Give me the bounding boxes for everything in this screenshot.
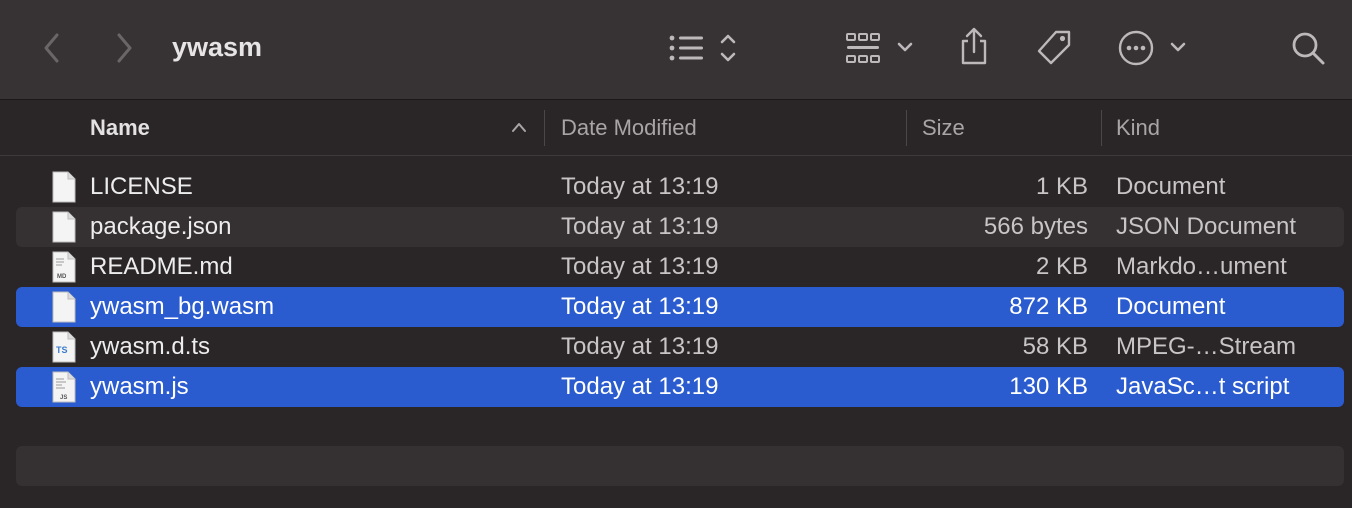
file-kind: Document — [1116, 173, 1226, 200]
file-size: 58 KB — [1022, 333, 1088, 360]
column-date-label: Date Modified — [561, 115, 697, 140]
file-row[interactable]: package.json Today at 13:19 566 bytes JS… — [16, 207, 1344, 247]
finder-window: ywasm Name Date Modified Size Kind LICEN… — [0, 0, 1352, 508]
chevron-right-icon — [117, 33, 132, 63]
file-name: README.md — [90, 253, 233, 280]
column-size-label: Size — [922, 115, 965, 140]
forward-button[interactable] — [108, 30, 140, 66]
file-date: Today at 13:19 — [561, 173, 719, 200]
file-row[interactable]: MD README.md Today at 13:19 2 KB Markdo…… — [16, 247, 1344, 287]
empty-row — [16, 446, 1344, 486]
file-date: Today at 13:19 — [561, 333, 719, 360]
file-size: 1 KB — [1035, 173, 1088, 200]
column-kind-label: Kind — [1116, 115, 1161, 140]
file-kind: Markdo…ument — [1116, 253, 1287, 280]
column-name-header[interactable]: Name — [90, 100, 540, 155]
file-name: ywasm.d.ts — [90, 333, 211, 360]
file-size: 566 bytes — [983, 213, 1088, 240]
sort-ascending-icon — [512, 123, 526, 132]
document-icon — [52, 171, 76, 203]
column-size-header[interactable]: Size — [922, 100, 1092, 155]
tag-button[interactable] — [1032, 26, 1076, 70]
file-date: Today at 13:19 — [561, 253, 719, 280]
more-actions-button[interactable] — [1116, 28, 1190, 68]
file-row[interactable]: ywasm_bg.wasm Today at 13:19 872 KB Docu… — [16, 287, 1344, 327]
column-kind-header[interactable]: Kind — [1116, 100, 1336, 155]
column-name-label: Name — [90, 115, 150, 140]
file-size: 130 KB — [1009, 373, 1088, 400]
back-button[interactable] — [36, 30, 68, 66]
grid-group-icon — [846, 33, 913, 63]
file-kind: MPEG-…Stream — [1116, 333, 1297, 360]
column-date-header[interactable]: Date Modified — [561, 100, 901, 155]
share-icon — [961, 27, 987, 65]
file-kind: JSON Document — [1116, 213, 1297, 240]
window-title: ywasm — [172, 32, 263, 62]
svg-text:TS: TS — [56, 345, 68, 355]
file-name: LICENSE — [90, 173, 193, 200]
file-kind: JavaSc…t script — [1116, 373, 1290, 400]
view-mode-button[interactable] — [664, 28, 744, 68]
document-icon — [52, 211, 76, 243]
file-date: Today at 13:19 — [561, 213, 719, 240]
search-icon — [1292, 32, 1325, 65]
file-size: 872 KB — [1009, 293, 1088, 320]
file-row[interactable]: TS ywasm.d.ts Today at 13:19 58 KB MPEG-… — [16, 327, 1344, 367]
column-divider[interactable] — [906, 110, 907, 146]
file-name: ywasm_bg.wasm — [90, 293, 275, 320]
search-button[interactable] — [1288, 28, 1328, 68]
ellipsis-circle-icon — [1118, 30, 1186, 66]
list-view-icon — [669, 34, 736, 62]
file-name: package.json — [90, 213, 232, 240]
file-kind: Document — [1116, 293, 1226, 320]
file-date: Today at 13:19 — [561, 293, 719, 320]
typescript-file-icon: TS — [52, 331, 76, 363]
javascript-file-icon: JS — [52, 371, 76, 403]
column-divider[interactable] — [544, 110, 545, 146]
toolbar: ywasm — [0, 0, 1352, 100]
file-name: ywasm.js — [90, 373, 189, 400]
column-divider[interactable] — [1101, 110, 1102, 146]
svg-text:MD: MD — [57, 274, 67, 280]
file-size: 2 KB — [1035, 253, 1088, 280]
group-button[interactable] — [842, 28, 918, 68]
document-icon — [52, 291, 76, 323]
column-header: Name Date Modified Size Kind — [0, 100, 1352, 156]
svg-text:JS: JS — [60, 395, 67, 401]
file-row[interactable]: JS ywasm.js Today at 13:19 130 KB JavaSc… — [16, 367, 1344, 407]
file-date: Today at 13:19 — [561, 373, 719, 400]
share-button[interactable] — [954, 24, 994, 68]
chevron-left-icon — [44, 33, 59, 63]
markdown-file-icon: MD — [52, 251, 76, 283]
tag-icon — [1037, 30, 1071, 65]
file-row[interactable]: LICENSE Today at 13:19 1 KB Document — [16, 167, 1344, 207]
